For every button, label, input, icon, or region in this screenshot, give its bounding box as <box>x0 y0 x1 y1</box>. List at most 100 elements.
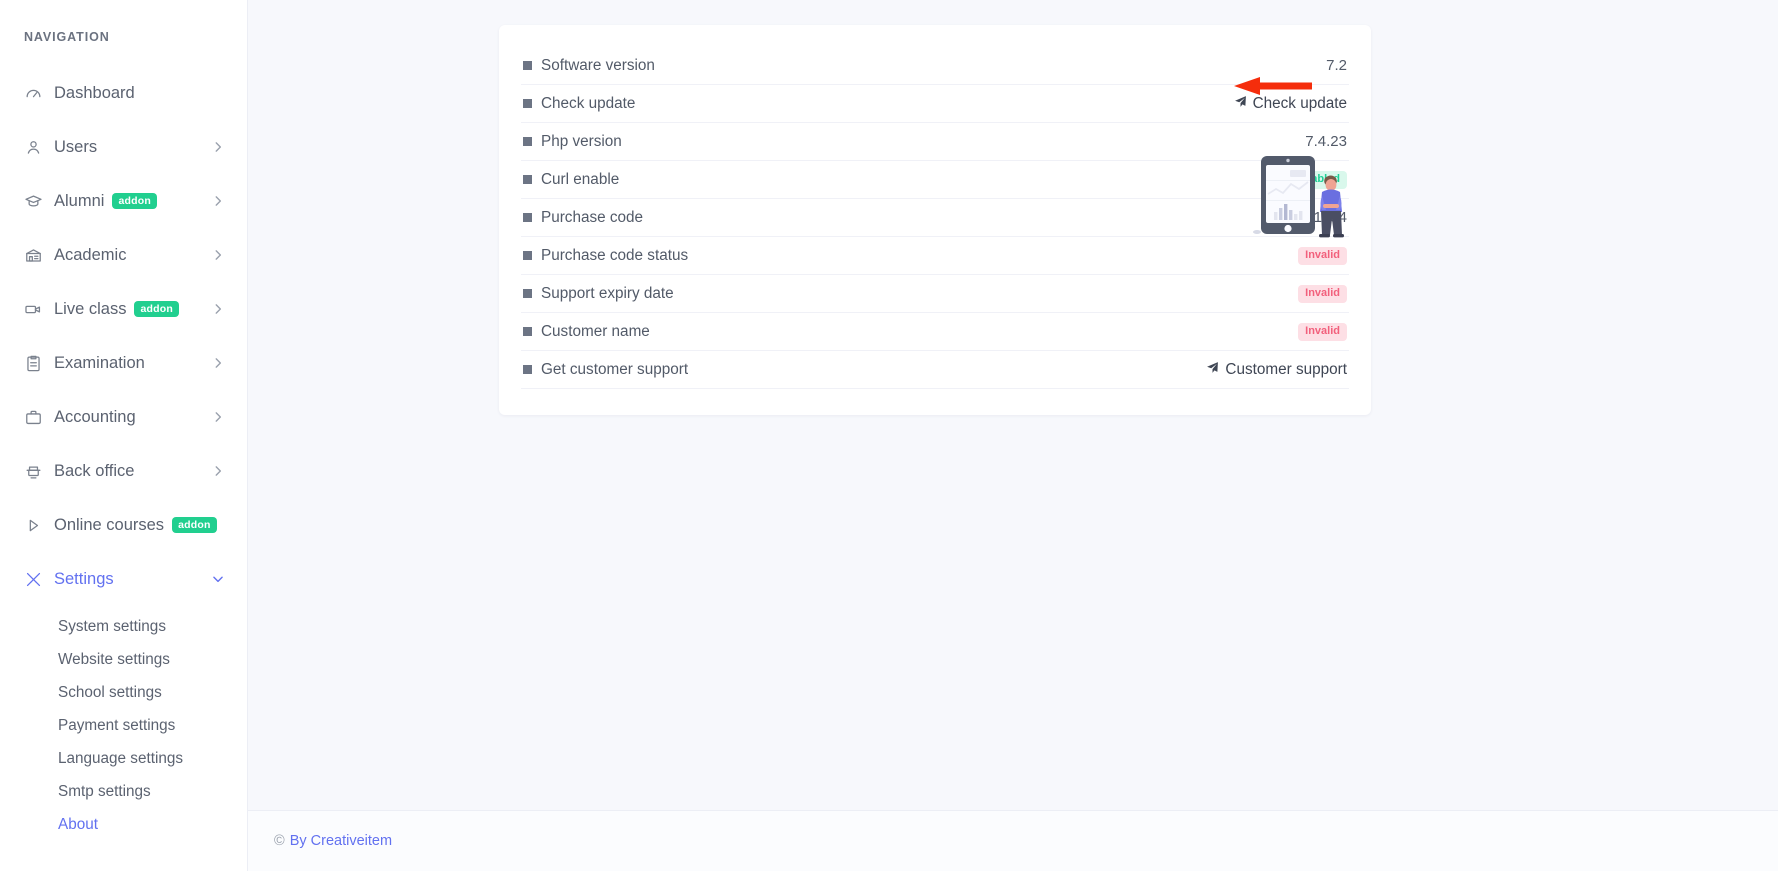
clipboard-icon <box>24 354 54 373</box>
square-bullet-icon <box>523 327 532 336</box>
chevron-right-icon <box>211 356 225 370</box>
square-bullet-icon <box>523 99 532 108</box>
sidebar-item-users[interactable]: Users <box>0 120 247 174</box>
sidebar-subitem-about[interactable]: About <box>0 808 247 841</box>
sidebar-item-label: Users <box>54 138 97 157</box>
navigation-heading: NAVIGATION <box>0 30 247 44</box>
square-bullet-icon <box>523 213 532 222</box>
chevron-right-icon <box>211 464 225 478</box>
main-area: Software version 7.2 Check update Check … <box>248 0 1778 871</box>
send-icon <box>1206 361 1219 379</box>
square-bullet-icon <box>523 137 532 146</box>
addon-badge: addon <box>112 193 157 209</box>
sidebar-item-examination[interactable]: Examination <box>0 336 247 390</box>
addon-badge: addon <box>172 517 217 533</box>
sidebar-subitem-website-settings[interactable]: Website settings <box>0 643 247 676</box>
sidebar-subitem-label: Language settings <box>58 750 183 768</box>
send-icon <box>1234 95 1247 113</box>
customer-support-link-label: Customer support <box>1225 361 1347 379</box>
row-label: Purchase code <box>541 209 643 227</box>
settings-submenu: System settings Website settings School … <box>0 610 247 841</box>
row-customer-name: Customer name Invalid <box>521 313 1349 351</box>
row-value: 7.2 <box>1326 57 1347 74</box>
check-update-link-label: Check update <box>1253 95 1347 113</box>
sidebar-item-dashboard[interactable]: Dashboard <box>0 66 247 120</box>
sidebar-item-label: Settings <box>54 570 114 589</box>
status-badge-invalid: Invalid <box>1298 285 1347 303</box>
sidebar-subitem-label: System settings <box>58 618 166 636</box>
sidebar-item-accounting[interactable]: Accounting <box>0 390 247 444</box>
row-curl-enable: Curl enable Enabled <box>521 161 1349 199</box>
sidebar-item-label: Accounting <box>54 408 136 427</box>
user-icon <box>24 138 54 157</box>
sidebar-item-live-class[interactable]: Live class addon <box>0 282 247 336</box>
row-label: Software version <box>541 57 655 75</box>
sidebar-subitem-school-settings[interactable]: School settings <box>0 676 247 709</box>
square-bullet-icon <box>523 289 532 298</box>
school-building-icon <box>24 246 54 265</box>
chevron-down-icon <box>211 572 225 586</box>
sidebar-item-label: Alumni <box>54 192 104 211</box>
sidebar-subitem-label: About <box>58 816 98 834</box>
chevron-right-icon <box>211 410 225 424</box>
sidebar-item-online-courses[interactable]: Online courses addon <box>0 498 247 552</box>
content-region: Software version 7.2 Check update Check … <box>248 0 1778 810</box>
check-update-link[interactable]: Check update <box>1234 95 1347 113</box>
chevron-right-icon <box>211 248 225 262</box>
sidebar-subitem-smtp-settings[interactable]: Smtp settings <box>0 775 247 808</box>
printer-icon <box>24 462 54 481</box>
footer: © By Creativeitem <box>248 810 1778 871</box>
copyright-symbol: © <box>274 833 285 849</box>
row-label: Get customer support <box>541 361 688 379</box>
row-label: Customer name <box>541 323 650 341</box>
square-bullet-icon <box>523 365 532 374</box>
tools-icon <box>24 570 54 589</box>
sidebar-item-alumni[interactable]: Alumni addon <box>0 174 247 228</box>
footer-credit-link[interactable]: By Creativeitem <box>290 833 392 849</box>
video-camera-icon <box>24 300 54 319</box>
sidebar: NAVIGATION Dashboard Users <box>0 0 248 871</box>
row-php-version: Php version 7.4.23 <box>521 123 1349 161</box>
row-support-expiry-date: Support expiry date Invalid <box>521 275 1349 313</box>
row-purchase-code-status: Purchase code status Invalid <box>521 237 1349 275</box>
row-label: Php version <box>541 133 622 151</box>
sidebar-subitem-label: Smtp settings <box>58 783 151 801</box>
sidebar-item-label: Examination <box>54 354 145 373</box>
square-bullet-icon <box>523 175 532 184</box>
app-root: NAVIGATION Dashboard Users <box>0 0 1778 871</box>
row-check-update: Check update Check update <box>521 85 1349 123</box>
briefcase-icon <box>24 408 54 427</box>
sidebar-item-back-office[interactable]: Back office <box>0 444 247 498</box>
row-label: Purchase code status <box>541 247 688 265</box>
customer-support-link[interactable]: Customer support <box>1206 361 1347 379</box>
graduation-cap-icon <box>24 192 54 211</box>
row-label: Support expiry date <box>541 285 674 303</box>
chevron-right-icon <box>211 194 225 208</box>
speedometer-icon <box>24 84 54 103</box>
sidebar-item-academic[interactable]: Academic <box>0 228 247 282</box>
row-label: Curl enable <box>541 171 619 189</box>
sidebar-subitem-system-settings[interactable]: System settings <box>0 610 247 643</box>
status-badge-invalid: Invalid <box>1298 247 1347 265</box>
row-label: Check update <box>541 95 635 113</box>
sidebar-item-label: Online courses <box>54 516 164 535</box>
sidebar-item-label: Live class <box>54 300 126 319</box>
row-purchase-code: Purchase code 1234 <box>521 199 1349 237</box>
row-software-version: Software version 7.2 <box>521 47 1349 85</box>
sidebar-subitem-label: Website settings <box>58 651 170 669</box>
square-bullet-icon <box>523 61 532 70</box>
status-badge-invalid: Invalid <box>1298 323 1347 341</box>
sidebar-item-settings[interactable]: Settings <box>0 552 247 606</box>
sidebar-item-label: Academic <box>54 246 126 265</box>
red-left-arrow-annotation <box>1234 77 1312 95</box>
square-bullet-icon <box>523 251 532 260</box>
chevron-right-icon <box>211 302 225 316</box>
tablet-analytics-person-illustration <box>1252 148 1350 246</box>
chevron-right-icon <box>211 140 225 154</box>
play-triangle-icon <box>24 516 54 535</box>
sidebar-subitem-payment-settings[interactable]: Payment settings <box>0 709 247 742</box>
sidebar-item-label: Back office <box>54 462 134 481</box>
sidebar-subitem-label: School settings <box>58 684 162 702</box>
addon-badge: addon <box>134 301 179 317</box>
sidebar-subitem-language-settings[interactable]: Language settings <box>0 742 247 775</box>
